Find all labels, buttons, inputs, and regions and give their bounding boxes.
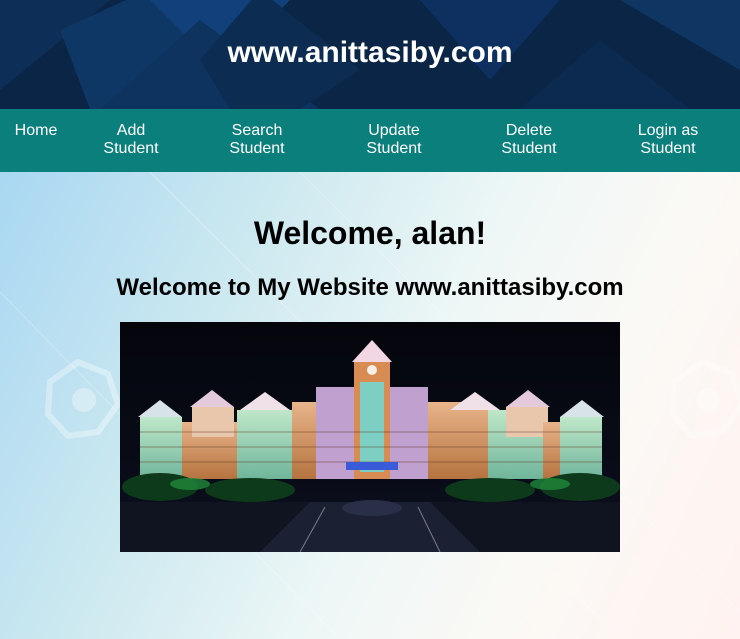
- nav-home-link[interactable]: Home: [6, 122, 66, 140]
- welcome-user-heading: Welcome, alan!: [253, 215, 487, 251]
- main-nav: Home Add Student Search Student Update S…: [0, 109, 740, 172]
- nav-login-as-student-link[interactable]: Login as Student: [628, 122, 708, 158]
- campus-building-image: [120, 322, 620, 552]
- nav-add-student-link[interactable]: Add Student: [96, 122, 166, 158]
- site-title: www.anittasiby.com: [227, 36, 513, 69]
- nav-search-student-link[interactable]: Search Student: [222, 122, 292, 158]
- nav-delete-student-link[interactable]: Delete Student: [493, 122, 565, 158]
- welcome-site-subheading: Welcome to My Website www.anittasiby.com: [116, 274, 624, 301]
- main-content: Welcome, alan! Welcome to My Website www…: [0, 172, 740, 639]
- site-header: www.anittasiby.com: [0, 0, 740, 109]
- nav-update-student-link[interactable]: Update Student: [358, 122, 430, 158]
